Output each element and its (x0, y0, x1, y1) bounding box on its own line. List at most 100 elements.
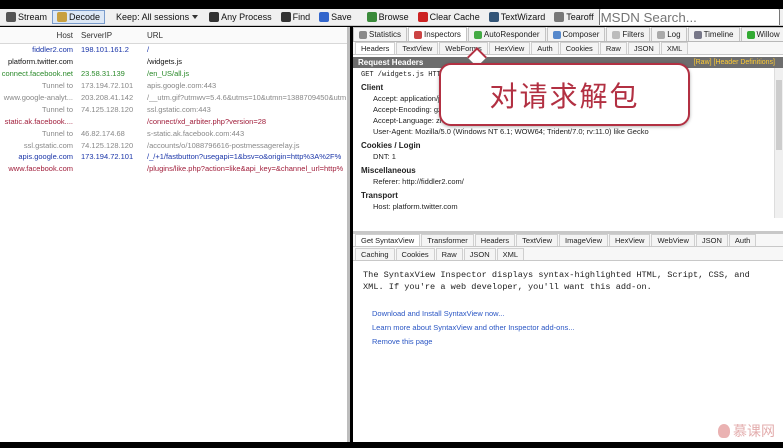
request-headers-title: Request Headers (358, 58, 424, 67)
header-section-title[interactable]: Cookies / Login (353, 137, 783, 151)
main-toolbar: Stream Decode Keep: All sessions Any Proces… (0, 9, 783, 26)
column-header-url[interactable]: URL (143, 31, 347, 40)
filters-icon (612, 30, 621, 39)
response-tab-xml[interactable]: XML (496, 248, 525, 260)
response-tab-transformer[interactable]: Transformer (421, 234, 474, 246)
stream-icon (6, 12, 16, 22)
column-header-host[interactable]: Host (0, 31, 77, 40)
request-tab-raw[interactable]: Raw (599, 42, 627, 54)
autoresponder-icon (473, 30, 482, 39)
session-url: /accounts/o/1088796616-postmessagerelay.… (147, 140, 300, 150)
session-serverip: 173.194.72.101 (81, 81, 134, 91)
request-tab-cookies[interactable]: Cookies (559, 42, 599, 54)
header-entry[interactable]: DNT: 1 (353, 151, 783, 162)
header-section-title[interactable]: Transport (353, 187, 783, 201)
tearoff-button[interactable]: Tearoff (550, 10, 597, 24)
session-row[interactable]: ssl.gstatic.com 74.125.128.120/accounts/o… (0, 139, 347, 151)
response-tab-cookies[interactable]: Cookies (395, 248, 435, 260)
scrollbar-thumb[interactable] (776, 80, 782, 150)
header-section-title[interactable]: Miscellaneous (353, 162, 783, 176)
tab-autoresponder[interactable]: AutoResponder (467, 27, 546, 41)
request-tab-json[interactable]: JSON (627, 42, 660, 54)
request-scrollbar[interactable] (774, 68, 783, 218)
response-tab-caching[interactable]: Caching (355, 248, 395, 260)
tab-willow-label: Willow (756, 30, 780, 39)
request-tab-hexview[interactable]: HexView (488, 42, 531, 54)
tab-filters-label: Filters (622, 30, 645, 39)
save-button[interactable]: Save (315, 10, 356, 24)
request-header-links[interactable]: [Raw] [Header Definitions] (694, 59, 775, 66)
response-tab-imageview[interactable]: ImageView (559, 234, 609, 246)
binoculars-icon (280, 12, 291, 22)
session-row[interactable]: Tunnel to 173.194.72.101 apis.google.com:4… (0, 80, 347, 92)
request-tab-textview[interactable]: TextView (396, 42, 439, 54)
syntaxview-link[interactable]: Download and Install SyntaxView now... (372, 307, 783, 321)
session-host: Tunnel to (42, 81, 73, 91)
response-tab-headers[interactable]: Headers (474, 234, 516, 246)
session-host: ssl.gstatic.com (23, 140, 73, 150)
response-tab-get-syntaxview[interactable]: Get SyntaxView (355, 234, 421, 246)
tab-willow[interactable]: Willow (740, 27, 783, 41)
column-header-serverip[interactable]: ServerIP (77, 31, 143, 40)
keep-dropdown[interactable]: Keep: All sessions (112, 10, 204, 24)
session-serverip: 198.101.161.2 (81, 45, 129, 55)
request-tab-auth[interactable]: Auth (531, 42, 559, 54)
tab-inspectors[interactable]: Inspectors (408, 27, 467, 41)
response-tab-json[interactable]: JSON (463, 248, 496, 260)
session-host: static.ak.facebook.... (4, 116, 73, 126)
session-row[interactable]: www.google-analyt... 203.208.41.142 /__utm… (0, 92, 347, 104)
composer-icon (552, 30, 561, 39)
clear-cache-button[interactable]: Clear Cache (414, 10, 484, 24)
session-serverip: 23.58.31.139 (81, 69, 125, 79)
session-row[interactable]: apis.google.com 173.194.72.101 /_/+1/fastb… (0, 151, 347, 163)
session-row[interactable]: fiddler2.com 198.101.161.2 / (0, 44, 347, 56)
tab-filters[interactable]: Filters (606, 27, 651, 41)
session-row[interactable]: Tunnel to 74.125.128.120 ssl.gstatic.com:4… (0, 103, 347, 115)
syntaxview-intro: The SyntaxView Inspector displays syntax… (363, 270, 750, 292)
tab-timeline[interactable]: Timeline (687, 27, 740, 41)
session-row[interactable]: www.facebook.com/plugins/like.php?action… (0, 163, 347, 175)
session-serverip: 74.125.128.120 (81, 104, 134, 114)
find-button[interactable]: Find (277, 10, 315, 24)
session-url: /widgets.js (147, 57, 183, 67)
tab-statistics[interactable]: Statistics (353, 27, 408, 41)
session-host: fiddler2.com (32, 45, 73, 55)
msdn-search-input[interactable] (598, 9, 780, 25)
syntaxview-links: Download and Install SyntaxView now... Le… (353, 293, 783, 349)
tab-log[interactable]: Log (651, 27, 687, 41)
session-row[interactable]: connect.facebook.net 23.58.31.139/en_US/a… (0, 68, 347, 80)
session-url: /connect/xd_arbiter.php?version=28 (147, 116, 267, 126)
session-row[interactable]: Tunnel to 46.82.174.68 s-static.ak.faceboo… (0, 127, 347, 139)
session-serverip: 173.194.72.101 (81, 152, 134, 162)
stream-button[interactable]: Stream (2, 10, 51, 24)
response-tab-raw[interactable]: Raw (435, 248, 463, 260)
session-host: platform.twitter.com (7, 57, 73, 67)
flame-logo-icon (718, 424, 730, 438)
globe-icon (366, 12, 377, 22)
response-tab-bar-1: Get SyntaxView Transformer Headers TextView… (353, 234, 783, 247)
session-url: s-static.ak.facebook.com:443 (147, 128, 245, 138)
session-url: /__utm.gif?utmwv=5.4.6&utms=10&utmn=1388… (147, 93, 347, 102)
response-tab-json[interactable]: JSON (695, 234, 728, 246)
decode-button[interactable]: Decode (52, 10, 106, 24)
any-process-button[interactable]: Any Process (205, 10, 276, 24)
browse-button[interactable]: Browse (363, 10, 413, 24)
crosshair-icon (209, 12, 220, 22)
tab-composer[interactable]: Composer (546, 27, 606, 41)
response-tab-webview[interactable]: WebView (651, 234, 695, 246)
timeline-icon (693, 30, 702, 39)
request-tab-headers[interactable]: Headers (355, 42, 396, 54)
session-row[interactable]: static.ak.facebook.... /connect/xd_arbite… (0, 115, 347, 127)
syntaxview-link[interactable]: Learn more about SyntaxView and other In… (372, 321, 783, 335)
response-tab-auth[interactable]: Auth (728, 234, 757, 246)
response-tab-hexview[interactable]: HexView (609, 234, 651, 246)
header-entry[interactable]: User-Agent: Mozilla/5.0 (Windows NT 6.1;… (353, 126, 783, 137)
session-host: Tunnel to (42, 104, 73, 114)
header-entry[interactable]: Host: platform.twitter.com (353, 201, 783, 212)
textwizard-button[interactable]: TextWizard (485, 10, 550, 24)
request-tab-xml[interactable]: XML (660, 42, 689, 54)
header-entry[interactable]: Referer: http://fiddler2.com/ (353, 176, 783, 187)
session-row[interactable]: platform.twitter.com/widgets.js (0, 56, 347, 68)
syntaxview-link[interactable]: Remove this page (372, 335, 783, 349)
response-tab-textview[interactable]: TextView (516, 234, 559, 246)
